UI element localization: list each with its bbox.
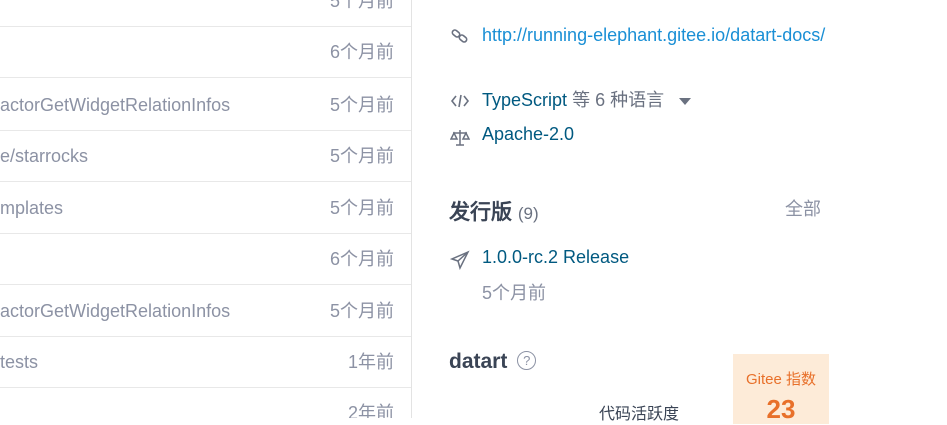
latest-release-link[interactable]: 1.0.0-rc.2 Release	[482, 247, 629, 268]
datart-heading: datart ?	[449, 350, 537, 374]
commit-time: 5个月前	[329, 0, 394, 11]
language-selector[interactable]: TypeScript 等 6 种语言	[482, 86, 692, 112]
language-name[interactable]: TypeScript	[482, 90, 567, 110]
file-row[interactable]: actorGetWidgetRelationInfos 5个月前	[0, 286, 411, 337]
file-row[interactable]: 6个月前	[0, 27, 411, 78]
homepage-link[interactable]: http://running-elephant.gitee.io/datart-…	[482, 22, 827, 49]
language-more[interactable]: 等 6 种语言	[572, 90, 664, 110]
commit-message[interactable]: mplates	[0, 183, 63, 234]
commit-time: 5个月前	[329, 95, 394, 115]
releases-all-link[interactable]: 全部	[785, 195, 821, 221]
file-row[interactable]: 5个月前	[0, 0, 411, 27]
commit-message[interactable]: actorGetWidgetRelationInfos	[0, 286, 230, 337]
activity-label: 代码活跃度	[599, 406, 680, 423]
commit-message[interactable]: actorGetWidgetRelationInfos	[0, 80, 230, 131]
latest-release-time: 5个月前	[482, 283, 547, 303]
commit-time: 6个月前	[329, 249, 394, 269]
file-row[interactable]: 2年前	[0, 388, 411, 418]
file-row[interactable]: tests 1年前	[0, 337, 411, 388]
commit-message[interactable]: e/starrocks	[0, 131, 88, 182]
file-row[interactable]: actorGetWidgetRelationInfos 5个月前	[0, 80, 411, 131]
commit-time: 5个月前	[329, 146, 394, 166]
commit-time: 1年前	[347, 352, 394, 372]
gitee-index-score: 23	[766, 394, 796, 424]
file-row[interactable]: mplates 5个月前	[0, 183, 411, 234]
license-link[interactable]: Apache-2.0	[482, 124, 574, 145]
code-icon	[450, 91, 470, 111]
releases-title: 发行版	[449, 201, 512, 224]
datart-title: datart	[449, 350, 508, 373]
help-icon[interactable]: ?	[517, 351, 537, 370]
scale-icon	[449, 128, 471, 148]
commit-message[interactable]: tests	[0, 337, 38, 388]
releases-heading: 发行版 (9)	[449, 196, 539, 226]
commit-time: 2年前	[347, 403, 394, 418]
gitee-index-card[interactable]: Gitee 指数 23	[733, 354, 829, 424]
releases-count: (9)	[517, 204, 539, 223]
gitee-index-label: Gitee 指数	[745, 371, 817, 388]
commit-time: 6个月前	[329, 42, 394, 62]
caret-down-icon[interactable]	[679, 97, 692, 105]
file-list: 5个月前 6个月前 actorGetWidgetRelationInfos 5个…	[0, 0, 412, 418]
link-icon	[450, 26, 470, 46]
file-row[interactable]: e/starrocks 5个月前	[0, 131, 411, 182]
send-icon	[449, 250, 470, 271]
commit-time: 5个月前	[329, 198, 394, 218]
file-row[interactable]: 6个月前	[0, 234, 411, 285]
commit-time: 5个月前	[329, 301, 394, 321]
